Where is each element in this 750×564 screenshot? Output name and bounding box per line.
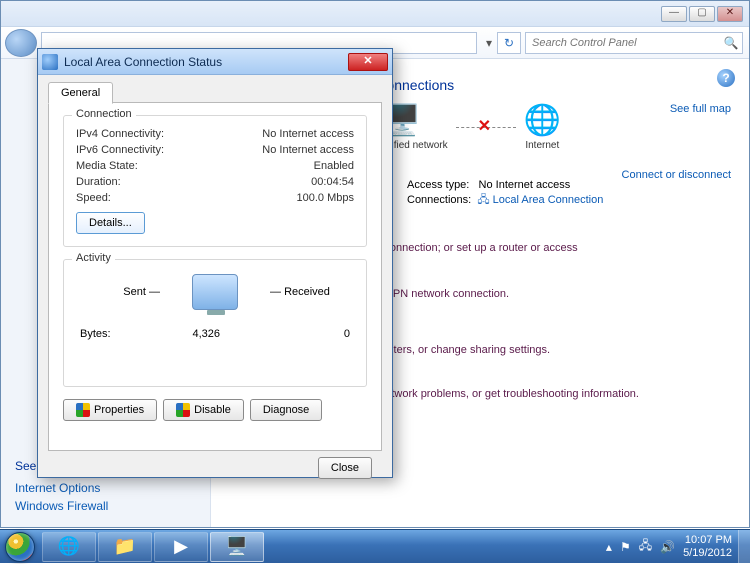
ipv6-value: No Internet access: [262, 144, 354, 156]
connection-group-title: Connection: [72, 108, 136, 120]
ipv6-label: IPv6 Connectivity:: [76, 144, 164, 156]
adapter-icon: [42, 54, 58, 70]
start-button[interactable]: [0, 530, 40, 564]
tray-flag-icon[interactable]: ⚑: [620, 540, 631, 554]
dialog-close-button[interactable]: ✕: [348, 53, 388, 71]
close-button[interactable]: Close: [318, 457, 372, 479]
map-line: ✕: [456, 127, 516, 128]
duration-value: 00:04:54: [311, 176, 354, 188]
ipv4-label: IPv4 Connectivity:: [76, 128, 164, 140]
search-icon[interactable]: 🔍: [720, 36, 742, 50]
search-box[interactable]: 🔍: [525, 32, 743, 54]
shield-icon: [76, 403, 90, 417]
taskbar: 🌐 📁 ▶ 🖥️ ▴ ⚑ 🖧 🔊 10:07 PM 5/19/2012: [0, 529, 750, 563]
media-state-value: Enabled: [314, 160, 354, 172]
connections-label: Connections:: [407, 194, 471, 206]
tab-row: General: [48, 81, 382, 103]
access-type-value: No Internet access: [479, 179, 571, 191]
sidebar-link-windows-firewall[interactable]: Windows Firewall: [15, 497, 196, 515]
show-desktop-button[interactable]: [738, 530, 750, 564]
tray-volume-icon[interactable]: 🔊: [660, 540, 675, 554]
globe-icon: 🌐: [524, 103, 561, 138]
window-titlebar: — ▢ ✕: [1, 1, 749, 27]
search-input[interactable]: [526, 37, 720, 49]
dialog-title: Local Area Connection Status: [64, 55, 348, 69]
back-button[interactable]: [5, 29, 37, 57]
taskbar-explorer[interactable]: 📁: [98, 532, 152, 562]
properties-button[interactable]: Properties: [63, 399, 157, 421]
diagnose-button[interactable]: Diagnose: [250, 399, 322, 421]
activity-group-title: Activity: [72, 252, 115, 264]
windows-orb-icon: [5, 532, 35, 562]
details-button[interactable]: Details...: [76, 212, 145, 234]
speed-label: Speed:: [76, 192, 111, 204]
bytes-label: Bytes:: [80, 328, 140, 340]
sent-label: Sent —: [80, 286, 160, 298]
activity-computer-icon: [192, 274, 238, 310]
speed-value: 100.0 Mbps: [297, 192, 354, 204]
system-tray: ▴ ⚑ 🖧 🔊 10:07 PM 5/19/2012: [606, 534, 738, 560]
duration-label: Duration:: [76, 176, 121, 188]
dialog-titlebar[interactable]: Local Area Connection Status ✕: [38, 49, 392, 75]
connection-group: Connection IPv4 Connectivity:No Internet…: [63, 115, 367, 247]
help-icon[interactable]: ?: [717, 69, 735, 87]
tab-pane-general: Connection IPv4 Connectivity: No Internet…: [48, 103, 382, 451]
breadcrumb-dropdown[interactable]: ▾: [481, 36, 497, 50]
taskbar-ie[interactable]: 🌐: [42, 532, 96, 562]
taskbar-control-panel[interactable]: 🖥️: [210, 532, 264, 562]
tab-general[interactable]: General: [48, 82, 113, 104]
action-buttons: Properties Disable Diagnose: [63, 399, 367, 421]
media-state-label: Media State:: [76, 160, 138, 172]
maximize-button[interactable]: ▢: [689, 6, 715, 22]
adapter-mini-icon: 🖧: [477, 194, 489, 206]
refresh-button[interactable]: ↻: [497, 32, 521, 54]
disconnected-x-icon: ✕: [478, 116, 491, 136]
network-node-internet[interactable]: 🌐 Internet: [524, 103, 561, 151]
tray-clock[interactable]: 10:07 PM 5/19/2012: [683, 534, 732, 560]
connect-or-disconnect-link[interactable]: Connect or disconnect: [622, 169, 731, 181]
ipv4-value: No Internet access: [262, 128, 354, 140]
bytes-sent-value: 4,326: [150, 328, 220, 340]
shield-icon: [176, 403, 190, 417]
bytes-received-value: 0: [280, 328, 350, 340]
see-full-map-link[interactable]: See full map: [670, 103, 731, 115]
tray-network-icon[interactable]: 🖧: [639, 536, 652, 557]
access-type-label: Access type:: [407, 179, 469, 191]
activity-group: Activity Sent — — Received Bytes: 4,326 …: [63, 259, 367, 387]
tray-time: 10:07 PM: [683, 534, 732, 547]
connection-link[interactable]: Local Area Connection: [493, 194, 604, 206]
taskbar-media-player[interactable]: ▶: [154, 532, 208, 562]
tray-date: 5/19/2012: [683, 547, 732, 560]
received-label: — Received: [270, 286, 350, 298]
minimize-button[interactable]: —: [661, 6, 687, 22]
disable-button[interactable]: Disable: [163, 399, 244, 421]
window-close-button[interactable]: ✕: [717, 6, 743, 22]
tray-chevron-icon[interactable]: ▴: [606, 540, 612, 554]
connection-status-dialog: Local Area Connection Status ✕ General C…: [37, 48, 393, 478]
